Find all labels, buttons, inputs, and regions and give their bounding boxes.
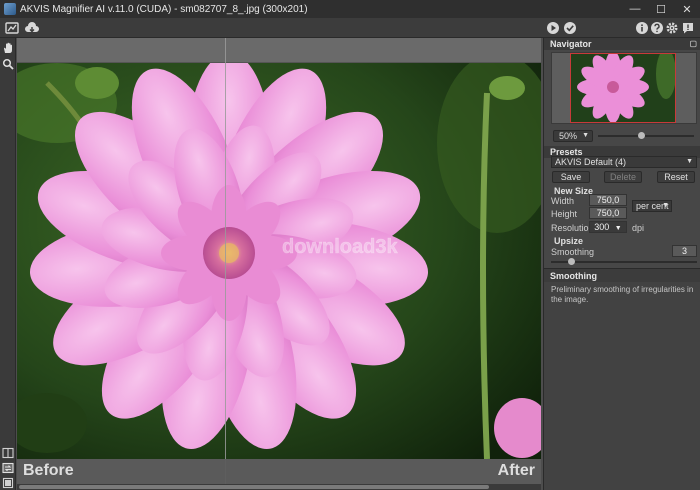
smoothing-slider-knob[interactable] [567,258,575,265]
main-toolbar [0,18,700,38]
resolution-select[interactable]: 300 ▼ [589,221,627,233]
zoom-slider-knob[interactable] [637,132,645,139]
apply-icon[interactable] [562,20,578,36]
settings-panel: Navigator ▢ 50% ▼ Presets AKVIS Default … [543,38,700,490]
close-button[interactable]: ✕ [674,0,700,18]
resolution-value: 300 [594,222,610,232]
single-view-icon[interactable] [1,476,15,490]
image-canvas[interactable]: download3k Before After [17,38,541,484]
app-logo-icon [4,3,16,15]
width-input[interactable]: 750,0 [589,194,627,206]
minimize-button[interactable]: — [622,0,648,18]
width-label: Width [551,196,575,206]
zoom-icon[interactable] [1,57,15,71]
height-input[interactable]: 750,0 [589,207,627,219]
reset-preset-button[interactable]: Reset [657,171,695,183]
canvas-top-margin [17,38,541,63]
upsize-title: Upsize [554,236,584,246]
info-icon[interactable] [634,20,650,36]
split-view-icon[interactable] [1,446,15,460]
help-icon[interactable] [649,20,665,36]
notification-icon[interactable] [680,20,696,36]
scrollbar-thumb[interactable] [19,485,489,489]
settings-icon[interactable] [664,20,680,36]
zoom-select[interactable]: 50% ▼ [553,130,593,142]
run-icon[interactable] [545,20,561,36]
before-label: Before [23,462,74,479]
horizontal-scrollbar[interactable] [17,484,541,490]
delete-preset-button[interactable]: Delete [604,171,642,183]
smoothing-label: Smoothing [551,247,595,257]
help-text: Preliminary smoothing of irregularities … [551,285,694,304]
chevron-down-icon: ▼ [662,202,669,209]
title-bar: AKVIS Magnifier AI v.11.0 (CUDA) - sm082… [0,0,700,18]
navigator-thumbnail[interactable] [570,53,676,123]
compare-view-icon[interactable] [1,461,15,475]
app-window: AKVIS Magnifier AI v.11.0 (CUDA) - sm082… [0,0,700,490]
dahlia-photo[interactable]: download3k [17,63,541,459]
tool-strip [0,38,16,490]
smoothing-slider[interactable] [551,258,697,265]
smoothing-input[interactable]: 3 [672,245,697,257]
preset-value: AKVIS Default (4) [555,157,627,167]
navigator-preview [551,52,697,124]
zoom-slider[interactable] [598,132,694,139]
window-title: AKVIS Magnifier AI v.11.0 (CUDA) - sm082… [20,3,308,15]
resolution-unit: dpi [632,223,645,233]
after-label: After [497,462,535,479]
maximize-button[interactable]: ☐ [648,0,674,18]
chevron-down-icon: ▼ [614,225,622,232]
navigator-header: Navigator ▢ [544,38,700,50]
resolution-label: Resolution [551,223,594,233]
zoom-value: 50% [559,131,578,141]
hand-icon[interactable] [1,41,15,55]
watermark-text: download3k [282,236,398,258]
chevron-down-icon: ▼ [582,132,589,139]
before-after-label-bar: Before After [17,459,541,484]
before-after-icon[interactable] [4,20,20,36]
navigator-title: Navigator [550,39,592,49]
help-title: Smoothing [544,268,700,282]
save-preset-button[interactable]: Save [552,171,590,183]
help-panel [544,282,700,490]
cloud-download-icon[interactable] [24,20,40,36]
window-controls: — ☐ ✕ [622,0,700,18]
size-unit-select[interactable]: per cent ▼ [632,200,672,212]
preset-select[interactable]: AKVIS Default (4) ▼ [551,156,697,168]
new-size-title: New Size [554,186,594,196]
before-after-divider[interactable] [225,38,226,484]
collapse-panel-icon[interactable]: ▢ [689,38,697,50]
chevron-down-icon: ▼ [686,158,693,165]
height-label: Height [551,209,578,219]
